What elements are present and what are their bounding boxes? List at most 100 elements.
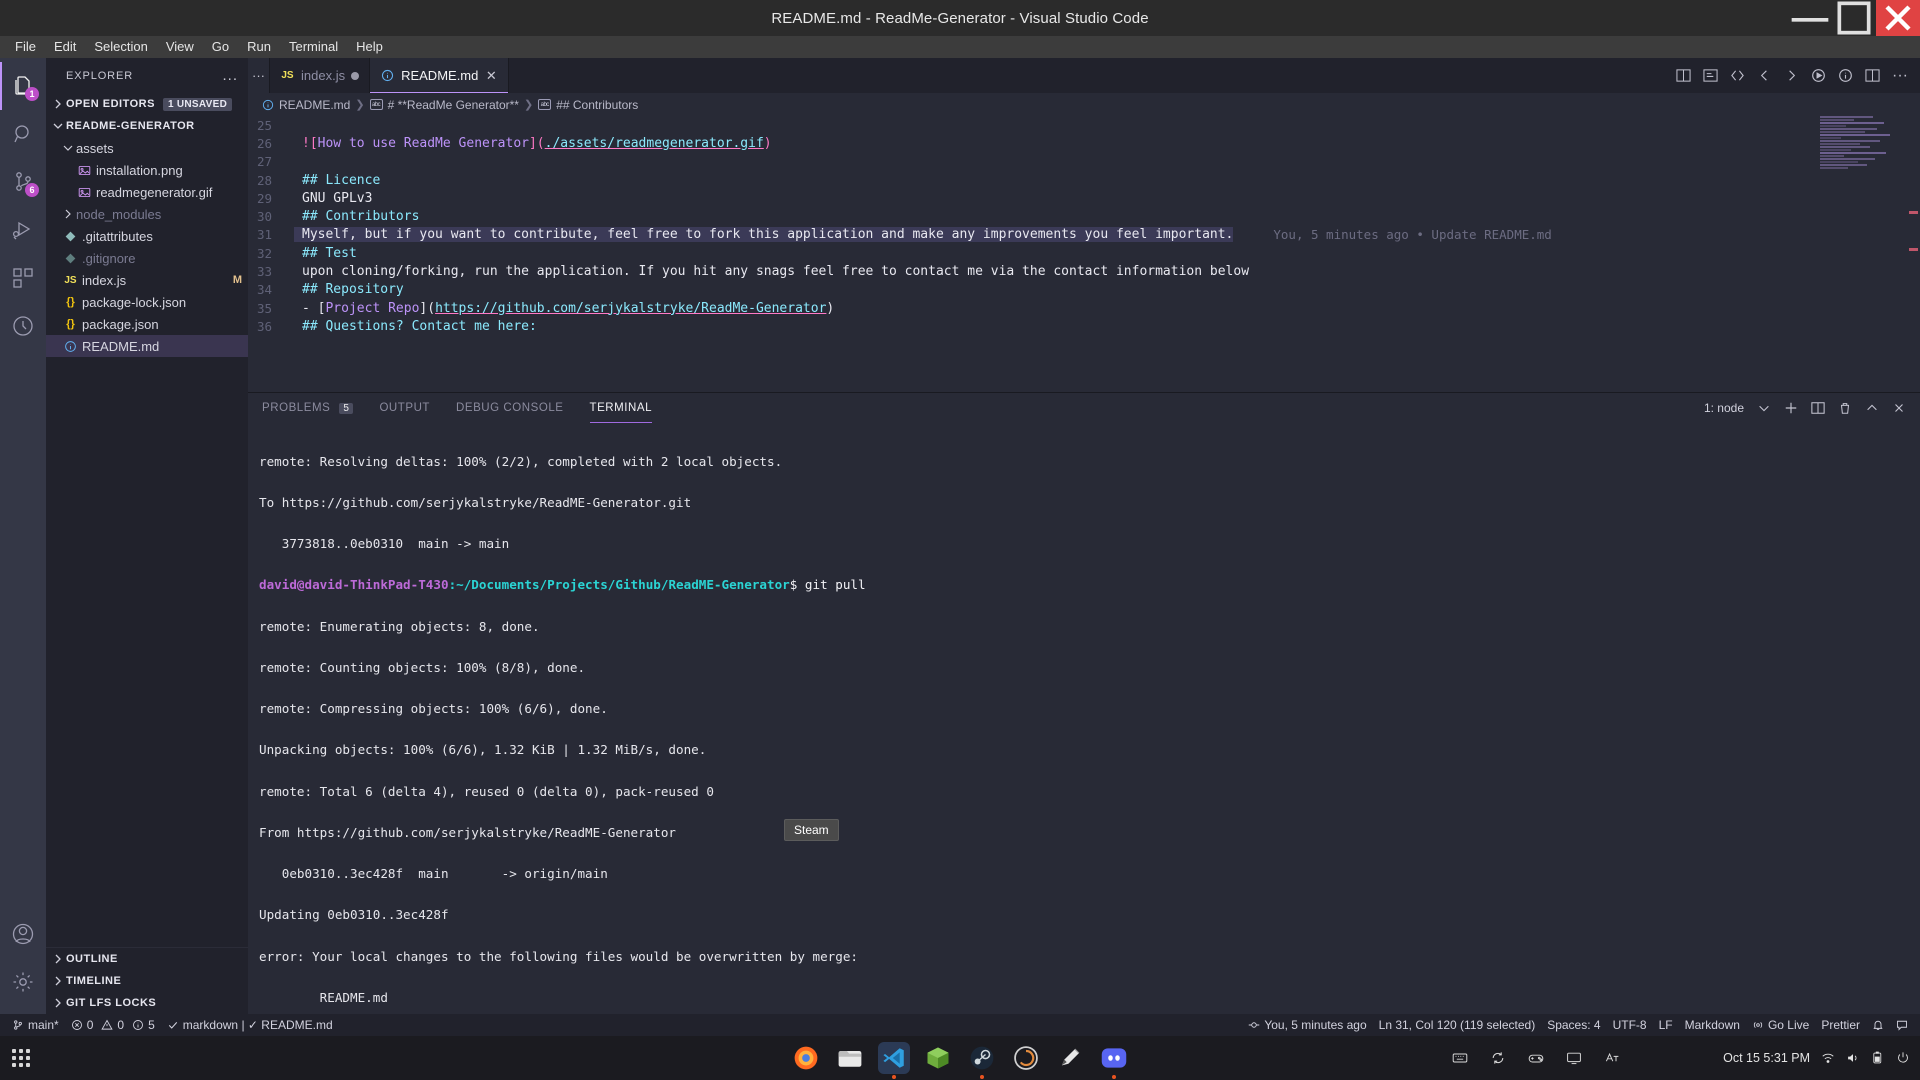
tree-item-installation-png[interactable]: installation.png — [46, 159, 248, 181]
menu-run[interactable]: Run — [238, 36, 280, 58]
taskbar-vscode[interactable] — [878, 1042, 910, 1074]
close-panel-icon[interactable] — [1892, 401, 1906, 415]
close-button[interactable] — [1876, 0, 1920, 36]
terminal-selector[interactable]: 1: node — [1704, 401, 1744, 415]
status-indentation[interactable]: Spaces: 4 — [1541, 1014, 1606, 1036]
kill-terminal-icon[interactable] — [1838, 401, 1852, 415]
menu-selection[interactable]: Selection — [85, 36, 156, 58]
panel-tab-output[interactable]: OUTPUT — [379, 393, 430, 423]
taskbar: Oct 15 5:31 PM — [0, 1036, 1920, 1080]
tab-readme-md[interactable]: README.md ✕ — [370, 58, 509, 93]
panel-tab-terminal[interactable]: TERMINAL — [590, 393, 653, 423]
panel-tab-debug-console[interactable]: DEBUG CONSOLE — [456, 393, 563, 423]
menu-edit[interactable]: Edit — [45, 36, 85, 58]
chevron-down-icon[interactable] — [1757, 401, 1771, 415]
status-encoding[interactable]: UTF-8 — [1607, 1014, 1653, 1036]
code-brackets-icon[interactable] — [1730, 68, 1745, 83]
minimap[interactable] — [1820, 116, 1906, 392]
editor-scrollbar[interactable] — [1906, 116, 1920, 392]
breadcrumb-file[interactable]: README.md — [279, 98, 350, 112]
tree-item-readme-md[interactable]: README.md — [46, 335, 248, 357]
sidebar-more-actions[interactable]: ... — [222, 67, 238, 84]
volume-icon[interactable] — [1846, 1051, 1860, 1065]
split-preview-icon[interactable] — [1676, 68, 1691, 83]
power-icon[interactable] — [1896, 1051, 1910, 1065]
maximize-panel-icon[interactable] — [1865, 401, 1879, 415]
arrow-left-icon[interactable] — [1757, 68, 1772, 83]
run-icon[interactable] — [1811, 68, 1826, 83]
status-cursor-position[interactable]: Ln 31, Col 120 (119 selected) — [1373, 1014, 1542, 1036]
activity-source-control[interactable]: 6 — [0, 158, 46, 206]
menu-view[interactable]: View — [157, 36, 203, 58]
section-project-root[interactable]: README-GENERATOR — [46, 115, 248, 137]
sync-icon[interactable] — [1490, 1050, 1506, 1066]
menu-go[interactable]: Go — [203, 36, 238, 58]
git-blame-annotation: You, 5 minutes ago • Update README.md — [1233, 227, 1551, 242]
taskbar-app-circle[interactable] — [1010, 1042, 1042, 1074]
tree-item-package-json[interactable]: {} package.json — [46, 313, 248, 335]
taskbar-firefox[interactable] — [790, 1042, 822, 1074]
menu-terminal[interactable]: Terminal — [280, 36, 347, 58]
status-branch[interactable]: main* — [6, 1014, 65, 1036]
activity-accounts[interactable] — [0, 910, 46, 958]
add-terminal-icon[interactable] — [1784, 401, 1798, 415]
gamepad-icon[interactable] — [1528, 1050, 1544, 1066]
status-problems[interactable]: 0 0 5 — [65, 1014, 161, 1036]
display-icon[interactable] — [1566, 1050, 1582, 1066]
tree-item-node-modules[interactable]: node_modules — [46, 203, 248, 225]
tree-item-index-js[interactable]: JS index.js M — [46, 269, 248, 291]
section-timeline[interactable]: TIMELINE — [46, 970, 248, 992]
breadcrumb-symbol-1[interactable]: # **ReadMe Generator** — [388, 98, 519, 112]
section-outline[interactable]: OUTLINE — [46, 948, 248, 970]
section-open-editors[interactable]: OPEN EDITORS 1 UNSAVED — [46, 93, 248, 115]
section-git-lfs-locks[interactable]: GIT LFS LOCKS — [46, 992, 248, 1014]
status-markdown-lint[interactable]: markdown | ✓ README.md — [161, 1014, 339, 1036]
taskbar-files[interactable] — [834, 1042, 866, 1074]
activity-run-debug[interactable] — [0, 206, 46, 254]
code-editor[interactable]: 25 26 ![How to use ReadMe Generator](./a… — [248, 116, 1920, 392]
arrow-right-icon[interactable] — [1784, 68, 1799, 83]
keyboard-icon[interactable] — [1452, 1050, 1468, 1066]
split-editor-icon[interactable] — [1865, 68, 1880, 83]
tree-item-assets[interactable]: assets — [46, 137, 248, 159]
tree-item-package-lock-json[interactable]: {} package-lock.json — [46, 291, 248, 313]
taskbar-text-editor[interactable] — [1054, 1042, 1086, 1074]
status-go-live[interactable]: Go Live — [1746, 1014, 1815, 1036]
tree-item-gitattributes[interactable]: .gitattributes — [46, 225, 248, 247]
tree-item-gitignore[interactable]: .gitignore — [46, 247, 248, 269]
tab-index-js[interactable]: JS index.js — [270, 58, 370, 93]
editor-actions-more[interactable]: ··· — [248, 58, 270, 93]
close-icon[interactable]: ✕ — [484, 68, 498, 84]
panel-tab-problems[interactable]: PROBLEMS 5 — [262, 393, 353, 423]
tree-item-readmegenerator-gif[interactable]: readmegenerator.gif — [46, 181, 248, 203]
status-notifications[interactable] — [1866, 1014, 1890, 1036]
menu-help[interactable]: Help — [347, 36, 392, 58]
battery-icon[interactable] — [1871, 1051, 1885, 1065]
status-eol[interactable]: LF — [1653, 1014, 1679, 1036]
activity-explorer[interactable]: 1 — [0, 62, 46, 110]
status-language-mode[interactable]: Markdown — [1679, 1014, 1746, 1036]
activity-settings[interactable] — [0, 958, 46, 1006]
info-circle-icon[interactable] — [1838, 68, 1853, 83]
language-icon[interactable] — [1604, 1050, 1620, 1066]
status-git-blame[interactable]: You, 5 minutes ago — [1242, 1014, 1372, 1036]
clock[interactable]: Oct 15 5:31 PM — [1723, 1051, 1810, 1065]
breadcrumb-symbol-2[interactable]: ## Contributors — [556, 98, 638, 112]
activity-gitlens[interactable] — [0, 302, 46, 350]
taskbar-discord[interactable] — [1098, 1042, 1130, 1074]
status-prettier[interactable]: Prettier — [1815, 1014, 1866, 1036]
maximize-button[interactable] — [1832, 0, 1876, 36]
status-feedback[interactable] — [1890, 1014, 1914, 1036]
activity-extensions[interactable] — [0, 254, 46, 302]
app-grid-button[interactable] — [0, 1049, 30, 1067]
activity-search[interactable] — [0, 110, 46, 158]
taskbar-package-manager[interactable] — [922, 1042, 954, 1074]
menu-file[interactable]: File — [6, 36, 45, 58]
open-preview-icon[interactable] — [1703, 68, 1718, 83]
taskbar-steam[interactable] — [966, 1042, 998, 1074]
more-actions-icon[interactable]: ··· — [1892, 67, 1908, 85]
terminal-output[interactable]: remote: Resolving deltas: 100% (2/2), co… — [248, 423, 1920, 1014]
minimize-button[interactable] — [1788, 0, 1832, 36]
wifi-icon[interactable] — [1821, 1051, 1835, 1065]
split-terminal-icon[interactable] — [1811, 401, 1825, 415]
